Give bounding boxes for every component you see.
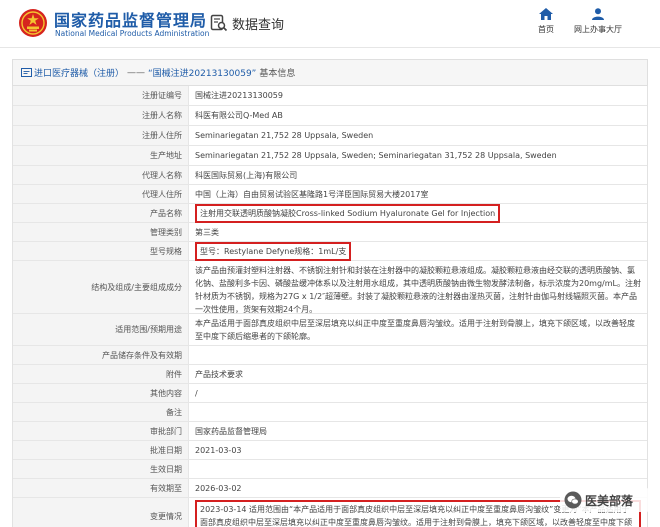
folder-icon: [21, 68, 32, 77]
org-name-en: National Medical Products Administration: [55, 29, 210, 38]
table-row: 注册人名称 科医有限公司Q-Med AB: [13, 106, 647, 126]
row-value: 国家药品监督管理局: [195, 426, 267, 436]
data-query-label: 数据查询: [232, 17, 285, 33]
row-label: 代理人住所: [13, 185, 189, 203]
row-label: 变更情况: [13, 498, 189, 527]
wechat-icon: [564, 491, 582, 509]
row-value: 型号：Restylane Defyne规格：1mL/支: [189, 241, 647, 261]
table-row: 变更情况 2023-03-14 适用范围由“本产品适用于面部真皮组织中层至深层填…: [13, 498, 647, 527]
breadcrumb-link[interactable]: 进口医疗器械（注册）: [34, 66, 124, 79]
watermark: 医美部落: [560, 488, 650, 512]
row-value: 中国（上海）自由贸易试验区基隆路1号洋臣国际贸易大楼2017室: [195, 189, 429, 199]
row-value: 注射用交联透明质酸钠凝胶Cross-linked Sodium Hyaluron…: [189, 203, 647, 223]
breadcrumb-suffix: 基本信息: [259, 69, 296, 79]
row-label: 附件: [13, 365, 189, 383]
row-label: 其他内容: [13, 384, 189, 402]
breadcrumb: 进口医疗器械（注册） —— “国械注进20213130059” 基本信息: [12, 59, 648, 86]
product-name-highlight: 注射用交联透明质酸钠凝胶Cross-linked Sodium Hyaluron…: [195, 203, 501, 223]
table-row: 审批部门 国家药品监督管理局: [13, 422, 647, 441]
table-row: 生产地址 Seminariegatan 21,752 28 Uppsala, S…: [13, 146, 647, 166]
table-row: 附件 产品技术要求: [13, 365, 647, 384]
site-header: 国家药品监督管理局 National Medical Products Admi…: [0, 0, 660, 48]
model-spec-highlight: 型号：Restylane Defyne规格：1mL/支: [195, 241, 352, 261]
row-label: 型号规格: [13, 242, 189, 260]
user-icon: [592, 8, 604, 20]
row-label: 生产地址: [13, 146, 189, 165]
table-row: 产品储存条件及有效期: [13, 346, 647, 365]
row-value: Seminariegatan 21,752 28 Uppsala, Sweden: [195, 131, 374, 140]
row-label: 产品名称: [13, 204, 189, 222]
row-label: 结构及组成/主要组成成分: [13, 261, 189, 313]
table-row: 备注: [13, 403, 647, 422]
detail-table: 注册证编号 国械注进20213130059 注册人名称 科医有限公司Q-Med …: [12, 86, 648, 527]
row-label: 备注: [13, 403, 189, 421]
row-label: 代理人名称: [13, 166, 189, 184]
national-emblem-icon: [19, 9, 47, 37]
row-label: 注册人住所: [13, 126, 189, 145]
row-label: 产品储存条件及有效期: [13, 346, 189, 364]
table-row: 代理人名称 科医国际贸易(上海)有限公司: [13, 166, 647, 185]
table-row: 型号规格 型号：Restylane Defyne规格：1mL/支: [13, 241, 647, 261]
row-value: [189, 460, 647, 478]
row-label: 生效日期: [13, 460, 189, 478]
nav-online-service-hall[interactable]: 网上办事大厅: [570, 8, 626, 35]
data-query-title[interactable]: 数据查询: [210, 12, 284, 34]
row-value: Seminariegatan 21,752 28 Uppsala, Sweden…: [195, 151, 557, 160]
row-value: 2021-03-03: [195, 445, 242, 455]
row-value: [189, 346, 647, 364]
row-label: 注册证编号: [13, 86, 189, 105]
table-row: 产品名称 注射用交联透明质酸钠凝胶Cross-linked Sodium Hya…: [13, 203, 647, 223]
table-row: 其他内容 /: [13, 384, 647, 403]
row-value: [189, 403, 647, 421]
table-row: 批准日期 2021-03-03: [13, 441, 647, 460]
watermark-text: 医美部落: [585, 493, 634, 508]
table-row: 适用范围/预期用途 本产品适用于面部真皮组织中层至深层填充以纠正中度至重度鼻唇沟…: [13, 314, 647, 346]
table-row: 注册证编号 国械注进20213130059: [13, 86, 647, 106]
table-row: 结构及组成/主要组成成分 该产品由预灌封塑料注射器、不锈钢注射针和封装在注射器中…: [13, 261, 647, 314]
row-label: 有效期至: [13, 479, 189, 497]
row-label: 管理类别: [13, 223, 189, 241]
row-value: 科医有限公司Q-Med AB: [195, 111, 283, 120]
row-label: 注册人名称: [13, 106, 189, 125]
nav-hall-label: 网上办事大厅: [574, 25, 622, 34]
home-icon: [539, 8, 553, 20]
row-value: 产品技术要求: [195, 369, 243, 379]
row-value: 本产品适用于面部真皮组织中层至深层填充以纠正中度至重度鼻唇沟皱纹。适用于注射到骨…: [195, 319, 635, 341]
row-value: 第三类: [195, 227, 219, 237]
search-document-icon: [210, 14, 228, 32]
table-row: 管理类别 第三类: [13, 223, 647, 242]
row-value: /: [195, 388, 198, 398]
table-row: 注册人住所 Seminariegatan 21,752 28 Uppsala, …: [13, 126, 647, 146]
row-label: 审批部门: [13, 422, 189, 440]
table-row: 有效期至 2026-03-02: [13, 479, 647, 498]
table-row: 生效日期: [13, 460, 647, 479]
row-label: 适用范围/预期用途: [13, 314, 189, 345]
breadcrumb-separator: ——: [127, 67, 146, 78]
row-value: 国械注进20213130059: [195, 91, 283, 100]
row-value: 科医国际贸易(上海)有限公司: [195, 170, 298, 180]
nav-home-label: 首页: [538, 25, 554, 34]
row-label: 批准日期: [13, 441, 189, 459]
nav-home[interactable]: 首页: [532, 8, 560, 35]
org-name-cn[interactable]: 国家药品监督管理局: [54, 7, 207, 31]
table-row: 代理人住所 中国（上海）自由贸易试验区基隆路1号洋臣国际贸易大楼2017室: [13, 185, 647, 204]
row-value: 该产品由预灌封塑料注射器、不锈钢注射针和封装在注射器中的凝胶颗粒悬液组成。凝胶颗…: [195, 266, 641, 314]
breadcrumb-record: “国械注进20213130059”: [148, 69, 257, 79]
